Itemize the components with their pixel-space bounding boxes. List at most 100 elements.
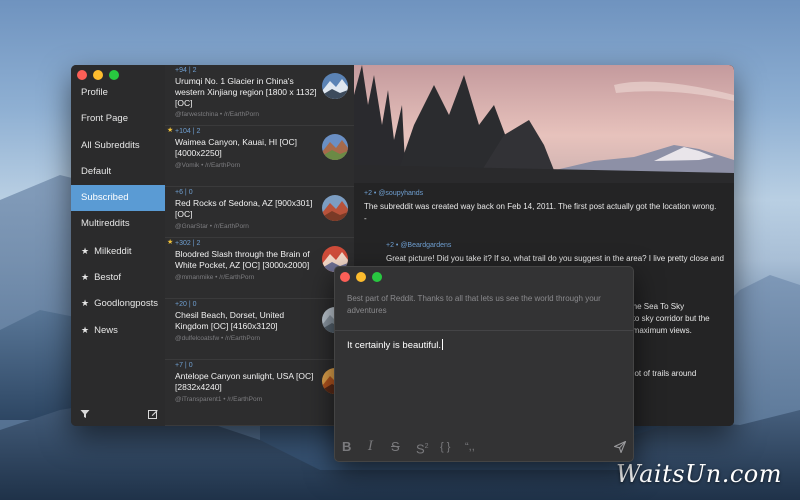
clipped-line: d maximum views. xyxy=(626,326,692,335)
reply-window-controls xyxy=(340,272,382,282)
star-icon: ★ xyxy=(81,245,90,256)
sidebar-item-label: Front Page xyxy=(81,113,128,125)
clipped-line: a to sky corridor but the xyxy=(626,314,710,323)
post-author: @Vomik • /r/EarthPorn xyxy=(175,161,241,169)
reply-input-text: It certainly is beautiful. xyxy=(347,340,441,351)
clipped-line: a lot of trails around xyxy=(626,369,697,378)
filter-icon[interactable] xyxy=(80,406,90,424)
comment-text: Great picture! Did you take it? If so, w… xyxy=(386,254,724,263)
strikethrough-button[interactable]: S xyxy=(391,440,400,454)
sidebar-item-label: Profile xyxy=(81,87,108,98)
post-title: Urumqi No. 1 Glacier in China's western … xyxy=(175,76,317,108)
post-score: +94 | 2 xyxy=(175,67,197,74)
post-item[interactable]: ★ +104 | 2 Waimea Canyon, Kauai, HI [OC] [… xyxy=(165,126,354,187)
post-item[interactable]: +94 | 2 Urumqi No. 1 Glacier in China's w… xyxy=(165,65,354,126)
post-title: Antelope Canyon sunlight, USA [OC] [2832… xyxy=(175,371,314,392)
sidebar-item-label: Milkeddit xyxy=(94,245,132,257)
clipped-line: f the Sea To Sky xyxy=(626,302,685,311)
quoted-text: Best part of Reddit. Thanks to all that … xyxy=(347,294,601,315)
code-button[interactable]: { } xyxy=(440,440,450,454)
star-icon: ★ xyxy=(81,272,90,283)
sidebar-footer xyxy=(71,406,165,420)
superscript-mark: 2 xyxy=(424,443,429,450)
post-score: +20 | 0 xyxy=(175,301,197,308)
sidebar-item-label: News xyxy=(94,324,118,336)
star-icon: ★ xyxy=(81,298,90,309)
watermark: WaitsUn.com xyxy=(616,460,782,488)
sidebar: Profile Front Page All Subreddits Default Su… xyxy=(71,65,165,426)
clipped-comment: a lot of trails around xyxy=(626,368,724,380)
divider xyxy=(335,330,633,331)
bold-button[interactable]: B xyxy=(342,440,351,454)
text-caret xyxy=(442,339,443,350)
post-author: @mmanmike • /r/EarthPorn xyxy=(175,273,255,281)
quote-button[interactable]: “,, xyxy=(465,440,475,454)
close-button[interactable] xyxy=(340,272,350,282)
zoom-button[interactable] xyxy=(372,272,382,282)
comment-text: The subreddit was created way back on Fe… xyxy=(364,202,717,211)
post-author: @iTransparent1 • /r/EarthPorn xyxy=(175,395,263,403)
sidebar-item-label: All Subreddits xyxy=(81,139,140,151)
sidebar-item-label: Default xyxy=(81,165,112,177)
clipped-comment: f the Sea To Sky a to sky corridor but t… xyxy=(626,301,724,337)
post-thumbnail xyxy=(322,134,348,160)
comment-extra: - xyxy=(364,214,367,223)
zoom-button[interactable] xyxy=(109,70,119,80)
window-controls xyxy=(77,70,119,80)
post-score: +7 | 0 xyxy=(175,362,193,369)
post-title: Red Rocks of Sedona, AZ [900x301] [OC] xyxy=(175,198,313,219)
star-icon: ★ xyxy=(81,324,90,335)
post-title: Waimea Canyon, Kauai, HI [OC] [4000x2250… xyxy=(175,137,298,158)
post-item[interactable]: +20 | 0 Chesil Beach, Dorset, United King… xyxy=(165,299,354,360)
reply-input[interactable]: It certainly is beautiful. xyxy=(347,339,443,351)
favorite-star-icon: ★ xyxy=(167,239,174,246)
sidebar-item-label: Subscribed xyxy=(81,192,129,204)
post-image xyxy=(354,65,734,183)
comment: +2 • @soupyhands The subreddit was creat… xyxy=(364,190,724,225)
post-item[interactable]: ★ +302 | 2 Bloodred Slash through the Brai… xyxy=(165,238,354,299)
superscript-letter: S xyxy=(416,441,425,457)
comment-reply: +2 • @Beardgardens Great picture! Did yo… xyxy=(386,242,724,265)
send-icon[interactable] xyxy=(613,440,627,456)
sidebar-item-front-page[interactable]: Front Page xyxy=(71,106,165,132)
post-thumbnail xyxy=(322,195,348,221)
post-title: Chesil Beach, Dorset, United Kingdom [OC… xyxy=(175,310,285,331)
sidebar-item-all-subreddits[interactable]: All Subreddits xyxy=(71,133,165,159)
sidebar-item-label: Goodlongposts xyxy=(94,298,158,310)
superscript-button[interactable]: S2 xyxy=(416,440,429,456)
post-thumbnail xyxy=(322,73,348,99)
compose-icon[interactable] xyxy=(148,406,158,424)
post-author: @farwestchina • /r/EarthPorn xyxy=(175,111,260,119)
minimize-button[interactable] xyxy=(356,272,366,282)
sidebar-item-bestof[interactable]: ★ Bestof xyxy=(71,264,165,290)
post-author: @GnarStar • /r/EarthPorn xyxy=(175,222,249,230)
post-author: @dulfelcoatsfw • /r/EarthPorn xyxy=(175,334,261,342)
sidebar-item-label: Bestof xyxy=(94,272,122,284)
sidebar-item-milkeddit[interactable]: ★ Milkeddit xyxy=(71,238,165,264)
comment-meta[interactable]: +2 • @Beardgardens xyxy=(386,242,724,249)
reply-window: Best part of Reddit. Thanks to all that … xyxy=(334,266,634,462)
format-toolbar: B I S S2 { } “,, xyxy=(335,433,633,461)
favorite-star-icon: ★ xyxy=(167,127,174,134)
hero-photo xyxy=(354,65,734,183)
sidebar-item-multireddits[interactable]: Multireddits xyxy=(71,211,165,237)
italic-button[interactable]: I xyxy=(368,440,373,454)
close-button[interactable] xyxy=(77,70,87,80)
sidebar-item-goodlongposts[interactable]: ★ Goodlongposts xyxy=(71,290,165,316)
post-score: +6 | 0 xyxy=(175,189,193,196)
sidebar-item-profile[interactable]: Profile xyxy=(71,80,165,106)
post-list: +94 | 2 Urumqi No. 1 Glacier in China's w… xyxy=(165,65,354,426)
sidebar-list: Profile Front Page All Subreddits Default Su… xyxy=(71,80,165,343)
comment-meta[interactable]: +2 • @soupyhands xyxy=(364,190,724,197)
post-score: +104 | 2 xyxy=(175,128,201,135)
post-title: Bloodred Slash through the Brain of Whit… xyxy=(175,249,310,270)
minimize-button[interactable] xyxy=(93,70,103,80)
post-score: +302 | 2 xyxy=(175,240,201,247)
sidebar-item-label: Multireddits xyxy=(81,218,130,230)
post-item[interactable]: +6 | 0 Red Rocks of Sedona, AZ [900x301] … xyxy=(165,187,354,238)
post-item[interactable]: +7 | 0 Antelope Canyon sunlight, USA [OC]… xyxy=(165,360,354,426)
sidebar-item-subscribed[interactable]: Subscribed xyxy=(71,185,165,212)
comment-body: The subreddit was created way back on Fe… xyxy=(364,201,724,225)
sidebar-item-default[interactable]: Default xyxy=(71,159,165,185)
sidebar-item-news[interactable]: ★ News xyxy=(71,317,165,343)
